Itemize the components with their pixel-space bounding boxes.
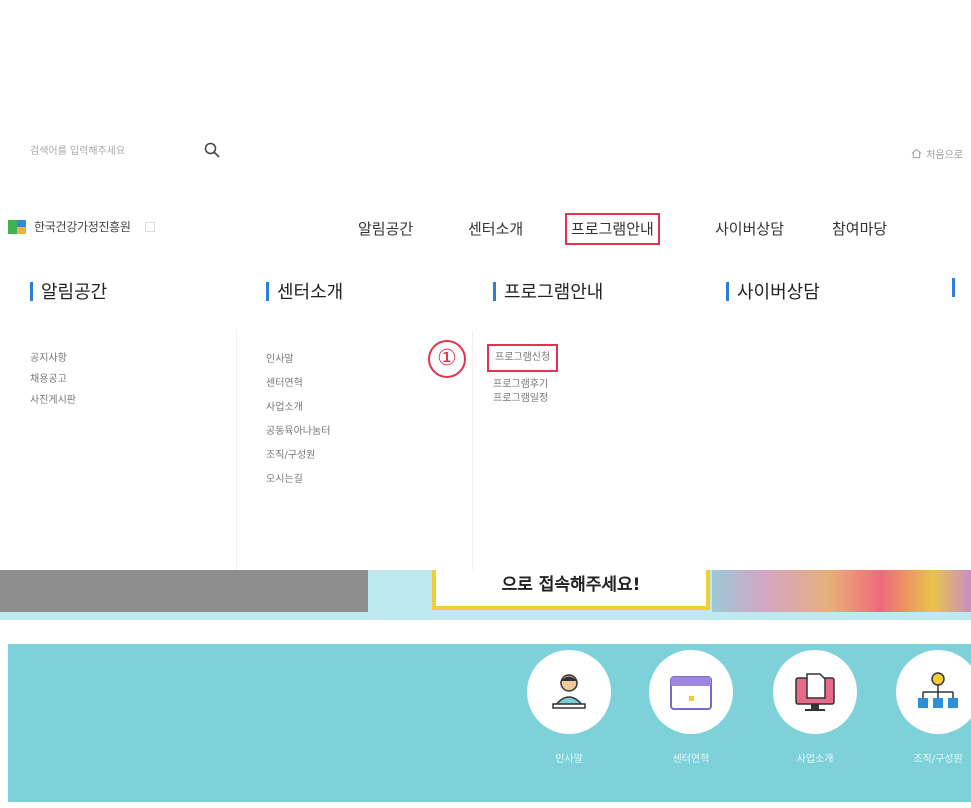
banner-illustration [712,570,971,612]
step-marker: ① [428,340,466,378]
menu-link-program-apply[interactable]: 프로그램신청 [487,344,559,372]
monitor-document-icon [795,673,835,711]
person-laptop-icon [552,674,586,709]
quick-link-label: 사업소개 [796,754,834,765]
quick-link-history[interactable]: 센터연혁 [646,650,736,765]
quick-link-greeting[interactable]: 인사말 [524,650,614,765]
menu-link-program-schedule[interactable]: 프로그램일정 [493,392,603,406]
search-input[interactable] [30,140,190,162]
menu-divider [472,330,473,570]
home-icon [911,148,922,159]
menu-link-organization[interactable]: 조직/구성원 [266,444,343,468]
menu-column-program-guide: 프로그램안내 프로그램신청 프로그램후기 프로그램일정 [487,278,603,406]
org-chart-icon [918,672,958,708]
menu-link-history[interactable]: 센터연혁 [266,372,343,396]
menu-column-title: 알림공간 [30,278,107,304]
menu-column-cyber-counseling: 사이버상담 [726,278,820,304]
home-link[interactable]: 처음으로 [911,146,963,161]
search-icon[interactable] [203,141,221,159]
gnb-item-notice[interactable]: 알림공간 [352,213,419,245]
menu-column-center-intro: 센터소개 인사말 센터연혁 사업소개 공동육아나눔터 조직/구성원 오시는길 [266,278,343,492]
menu-link-directions[interactable]: 오시는길 [266,468,343,492]
quick-link-organization[interactable]: 조직/구성원 [893,650,971,765]
menu-link-business[interactable]: 사업소개 [266,396,343,420]
quick-link-label: 조직/구성원 [913,754,963,765]
mega-menu: 알림공간 공지사항 채용공고 사진게시판 센터소개 인사말 센터연혁 사업소개 … [0,268,971,570]
menu-column-title: 사이버상담 [726,278,820,304]
home-link-label: 처음으로 [926,150,963,161]
menu-column-title [952,278,963,297]
main-banner: 으로 접속해주세요! [0,570,971,620]
calendar-icon [670,676,712,710]
menu-link-greeting[interactable]: 인사말 [266,348,343,372]
menu-column-participation [952,278,963,297]
menu-column-notice: 알림공간 공지사항 채용공고 사진게시판 [30,278,107,411]
menu-link-notices[interactable]: 공지사항 [30,348,107,369]
gnb-item-center-intro[interactable]: 센터소개 [462,213,529,245]
menu-column-title: 프로그램안내 [493,278,603,304]
gnb-item-participation[interactable]: 참여마당 [826,213,893,245]
quick-link-business[interactable]: 사업소개 [770,650,860,765]
main-navigation: 알림공간 센터소개 프로그램안내 사이버상담 참여마당 [0,213,971,247]
menu-link-childcare[interactable]: 공동육아나눔터 [266,420,343,444]
quick-link-label: 인사말 [555,754,583,765]
quick-link-label: 센터연혁 [672,754,710,765]
gnb-item-cyber-counseling[interactable]: 사이버상담 [709,213,790,245]
banner-text-box: 으로 접속해주세요! [432,570,710,610]
menu-link-photo-board[interactable]: 사진게시판 [30,390,107,411]
banner-gray-block [0,570,368,612]
menu-column-title: 센터소개 [266,278,343,304]
gnb-item-program-guide[interactable]: 프로그램안내 [565,213,660,245]
menu-link-program-review[interactable]: 프로그램후기 [493,378,603,392]
menu-divider [236,330,237,570]
menu-link-recruitment[interactable]: 채용공고 [30,369,107,390]
